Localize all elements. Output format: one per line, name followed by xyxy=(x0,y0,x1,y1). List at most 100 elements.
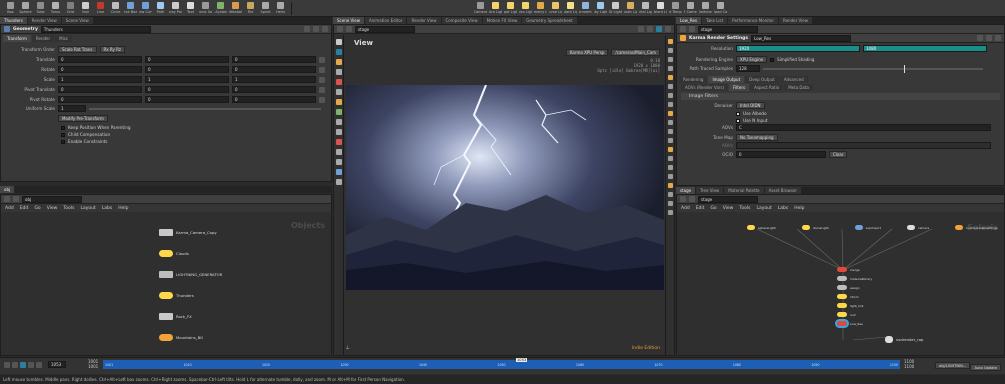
menu-item-layout[interactable]: Layout xyxy=(756,206,771,211)
shelf-tool-sky-light[interactable]: Sky Light xyxy=(594,2,607,14)
aovs-field[interactable]: C xyxy=(736,124,991,131)
network-path[interactable]: obj xyxy=(22,195,82,203)
shelf-tool-grid[interactable]: Grid xyxy=(64,2,77,14)
param-field[interactable]: 0 xyxy=(58,66,142,73)
lock-icon[interactable] xyxy=(667,39,673,44)
camera-icon[interactable] xyxy=(335,109,342,115)
chain-node[interactable]: assign xyxy=(837,285,872,290)
light-bulb-icon[interactable] xyxy=(667,66,673,71)
param-field[interactable]: 0 xyxy=(145,56,229,63)
resolution-height[interactable]: 1080 xyxy=(863,45,987,52)
channel-icon[interactable] xyxy=(319,96,325,103)
tab-rb-tabs-0[interactable]: stage xyxy=(676,187,696,194)
bounds-icon[interactable] xyxy=(667,120,673,125)
rendered-image[interactable] xyxy=(346,85,664,290)
uniform-scale-field[interactable]: 1 xyxy=(58,105,86,112)
shelf-tool-ambient-light[interactable]: Ambient Light xyxy=(654,2,667,14)
gear-icon[interactable] xyxy=(304,26,310,32)
shelf-tool-switcher[interactable]: Switcher xyxy=(699,2,712,14)
channel-icon[interactable] xyxy=(319,76,325,83)
param-field[interactable]: 0 xyxy=(58,56,142,63)
frame-marker[interactable]: 1053 xyxy=(516,358,528,362)
snap-icon[interactable] xyxy=(638,26,644,32)
chain-node[interactable]: materiallibrary xyxy=(837,276,872,281)
wireframe-icon[interactable] xyxy=(667,84,673,89)
shelf-tool-tube[interactable]: Tube xyxy=(34,2,47,14)
shelf-tool-helix[interactable]: Helix xyxy=(274,2,287,14)
current-frame-field[interactable]: 1053 xyxy=(48,361,66,368)
chain-node[interactable]: merge xyxy=(837,267,872,272)
shelf-tool-vr-camera[interactable]: VR Camera xyxy=(684,2,697,14)
tab-rt-tabs-0[interactable]: Low_Res xyxy=(676,17,702,24)
render-toggle-icon[interactable] xyxy=(656,26,662,32)
guide-icon[interactable] xyxy=(667,165,673,170)
tab-lt-subtabs-0[interactable]: Transform xyxy=(3,35,31,42)
renderer-dropdown[interactable]: Karma XPU Persp xyxy=(565,49,609,56)
param-field[interactable]: 1 xyxy=(145,76,229,83)
transform-icon[interactable] xyxy=(335,49,342,55)
shelf-tool-path[interactable]: Path xyxy=(154,2,167,14)
shelf-tool-geo-light[interactable]: Geometry Light xyxy=(534,2,547,14)
normals-icon[interactable] xyxy=(667,111,673,116)
simplified-shading-checkbox[interactable] xyxy=(770,57,775,62)
shelf-tool-camera[interactable]: Camera xyxy=(474,2,487,14)
back-arrow-icon[interactable] xyxy=(680,196,686,202)
checkbox-row[interactable]: Child Compensation xyxy=(61,132,331,137)
camera-lock-icon[interactable] xyxy=(647,26,653,32)
param-field[interactable]: 0 xyxy=(232,96,316,103)
tab-lt-tabs-1[interactable]: Render View xyxy=(27,17,61,24)
image-filters-section[interactable]: Image Filters xyxy=(681,93,1000,100)
modify-pre-transform-button[interactable]: Modify Pre-Transform xyxy=(58,115,108,122)
menu-item-labs[interactable]: Labs xyxy=(102,206,112,211)
path-traced-slider[interactable] xyxy=(763,64,983,73)
display-options-icon[interactable] xyxy=(665,26,671,32)
menu-item-add[interactable]: Add xyxy=(681,206,690,211)
timeline-bar[interactable]: 1001 1010 1020 1030 1040 1050 1060 1070 1080 1090… xyxy=(103,358,900,369)
chain-node[interactable]: light_link xyxy=(837,303,872,308)
usdrender-node[interactable]: usdrender_rop xyxy=(885,336,923,343)
frame-icon[interactable] xyxy=(667,57,673,62)
shelf-tool-draw-curve[interactable]: Draw Curve xyxy=(139,2,152,14)
pose-icon[interactable] xyxy=(335,89,342,95)
shelf-tool-file[interactable]: File xyxy=(244,2,257,14)
shelf-tool-point-light[interactable]: Point Light xyxy=(489,2,502,14)
checkbox[interactable] xyxy=(61,132,65,137)
stage-node[interactable]: karmarendersettings xyxy=(955,225,998,230)
tab-c-tabs-1[interactable]: Animation Editor xyxy=(364,17,407,24)
tab-rt-tabs2-3[interactable]: Advanced xyxy=(779,76,808,83)
shelf-tool-curve[interactable]: Curve Bezier xyxy=(124,2,137,14)
step-forward-icon[interactable] xyxy=(28,361,34,368)
home-icon[interactable] xyxy=(667,48,673,53)
tab-lt-tabs-0[interactable]: Thunders xyxy=(0,17,27,24)
param-field[interactable]: 0 xyxy=(232,56,316,63)
sculpt-icon[interactable] xyxy=(335,149,342,155)
tab-rt-tabs2-2[interactable]: Deep Output xyxy=(745,76,779,83)
tab-lb-tabs-0[interactable]: obj xyxy=(0,186,15,193)
param-field[interactable]: 1 xyxy=(58,76,142,83)
channel-icon[interactable] xyxy=(319,86,325,93)
back-arrow-icon[interactable] xyxy=(680,26,686,32)
back-arrow-icon[interactable] xyxy=(4,196,10,202)
forward-arrow-icon[interactable] xyxy=(346,26,352,32)
shelf-tool-line[interactable]: Line xyxy=(94,2,107,14)
menu-item-labs[interactable]: Labs xyxy=(778,206,788,211)
auto-update-dropdown[interactable]: Auto Update xyxy=(970,364,1001,371)
stage-node[interactable]: sopimport xyxy=(854,225,881,230)
jump-end-icon[interactable] xyxy=(36,361,42,368)
info-icon[interactable] xyxy=(322,26,328,32)
snap-icon[interactable] xyxy=(335,159,342,165)
camera-dropdown[interactable]: /cameras/Main_Cam xyxy=(611,49,660,56)
shelf-tool-text[interactable]: Text xyxy=(184,2,197,14)
tab-rt-tabs-2[interactable]: Performance Monitor xyxy=(728,17,778,24)
shelf-tool-torus[interactable]: Torus xyxy=(49,2,62,14)
shelf-tool-gi-light[interactable]: GI Light xyxy=(609,2,622,14)
scene-path[interactable]: stage xyxy=(355,25,415,33)
rendering-engine-dropdown[interactable]: XPU Engine xyxy=(736,56,768,63)
param-field[interactable]: 0 xyxy=(145,86,229,93)
flip-icon[interactable] xyxy=(335,179,342,185)
ocio-clear-button[interactable]: Clear xyxy=(829,151,848,158)
tab-lt-subtabs-1[interactable]: Render xyxy=(31,35,55,42)
view-icon[interactable] xyxy=(335,169,342,175)
menu-item-help[interactable]: Help xyxy=(794,206,804,211)
safe-area-icon[interactable] xyxy=(667,174,673,179)
